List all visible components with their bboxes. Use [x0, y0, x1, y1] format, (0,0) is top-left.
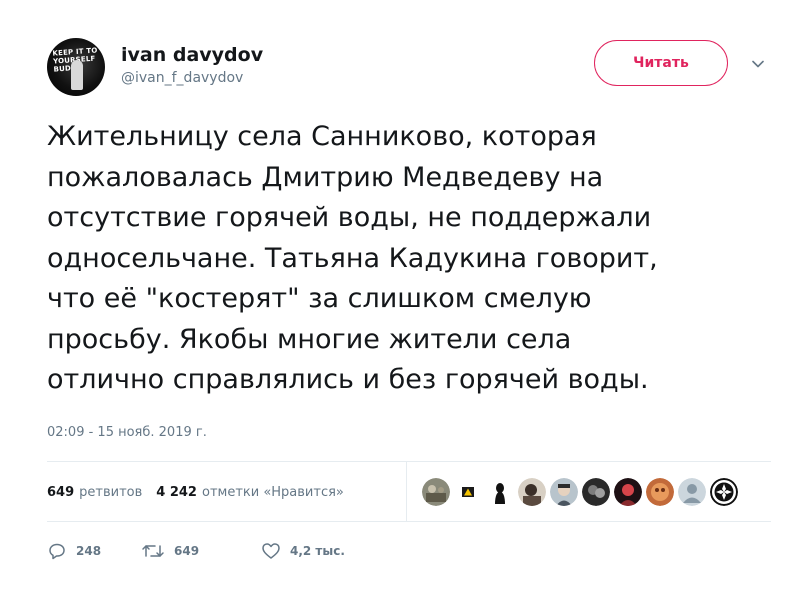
- liker-avatar[interactable]: [422, 478, 450, 506]
- liker-avatar[interactable]: [646, 478, 674, 506]
- divider-top: [47, 461, 771, 462]
- stats-separator: [406, 462, 407, 521]
- user-handle[interactable]: @ivan_f_davydov: [121, 68, 263, 88]
- user-avatar[interactable]: KEEP IT TO YOURSELF BUDDY: [47, 38, 105, 96]
- liker-avatar[interactable]: [678, 478, 706, 506]
- liker-avatar[interactable]: [454, 478, 482, 506]
- likes-count: 4 242: [156, 485, 197, 500]
- retweet-count: 649: [174, 544, 200, 558]
- liker-avatars: [422, 477, 742, 507]
- reply-icon: [49, 543, 65, 560]
- like-count: 4,2 тыс.: [290, 544, 345, 558]
- tweet-text: Жительницу села Санниково, которая пожал…: [47, 121, 658, 395]
- tweet-actions: 248 649 4,2 тыс.: [47, 541, 345, 561]
- liker-avatar[interactable]: [614, 478, 642, 506]
- liker-avatar[interactable]: [582, 478, 610, 506]
- avatar-figure: [71, 60, 83, 90]
- retweets-stat[interactable]: 649 ретвитов: [47, 485, 142, 500]
- reply-count: 248: [76, 544, 102, 558]
- reply-button[interactable]: 248: [47, 541, 141, 561]
- tweet-stats: 649 ретвитов 4 242 отметки «Нравится»: [47, 485, 344, 500]
- liker-avatar[interactable]: [710, 478, 738, 506]
- tweet-timestamp[interactable]: 02:09 - 15 нояб. 2019 г.: [47, 425, 207, 440]
- tweet-header: KEEP IT TO YOURSELF BUDDY ivan davydov @…: [47, 38, 787, 102]
- liker-avatar[interactable]: [518, 478, 546, 506]
- retweet-icon: [142, 545, 164, 557]
- likes-stat[interactable]: 4 242 отметки «Нравится»: [156, 485, 344, 500]
- follow-button[interactable]: Читать: [594, 40, 728, 86]
- liker-avatar[interactable]: [550, 478, 578, 506]
- liker-avatar[interactable]: [486, 478, 514, 506]
- retweet-button[interactable]: 649: [141, 541, 261, 561]
- heart-icon: [262, 543, 280, 559]
- retweets-label: ретвитов: [79, 485, 143, 500]
- user-display-name[interactable]: ivan davydov: [121, 43, 263, 67]
- retweets-count: 649: [47, 485, 75, 500]
- chevron-down-icon[interactable]: [750, 56, 766, 72]
- likes-label: отметки «Нравится»: [201, 485, 344, 500]
- user-names: ivan davydov @ivan_f_davydov: [121, 43, 263, 88]
- like-button[interactable]: 4,2 тыс.: [261, 541, 345, 561]
- divider-bottom: [47, 521, 771, 522]
